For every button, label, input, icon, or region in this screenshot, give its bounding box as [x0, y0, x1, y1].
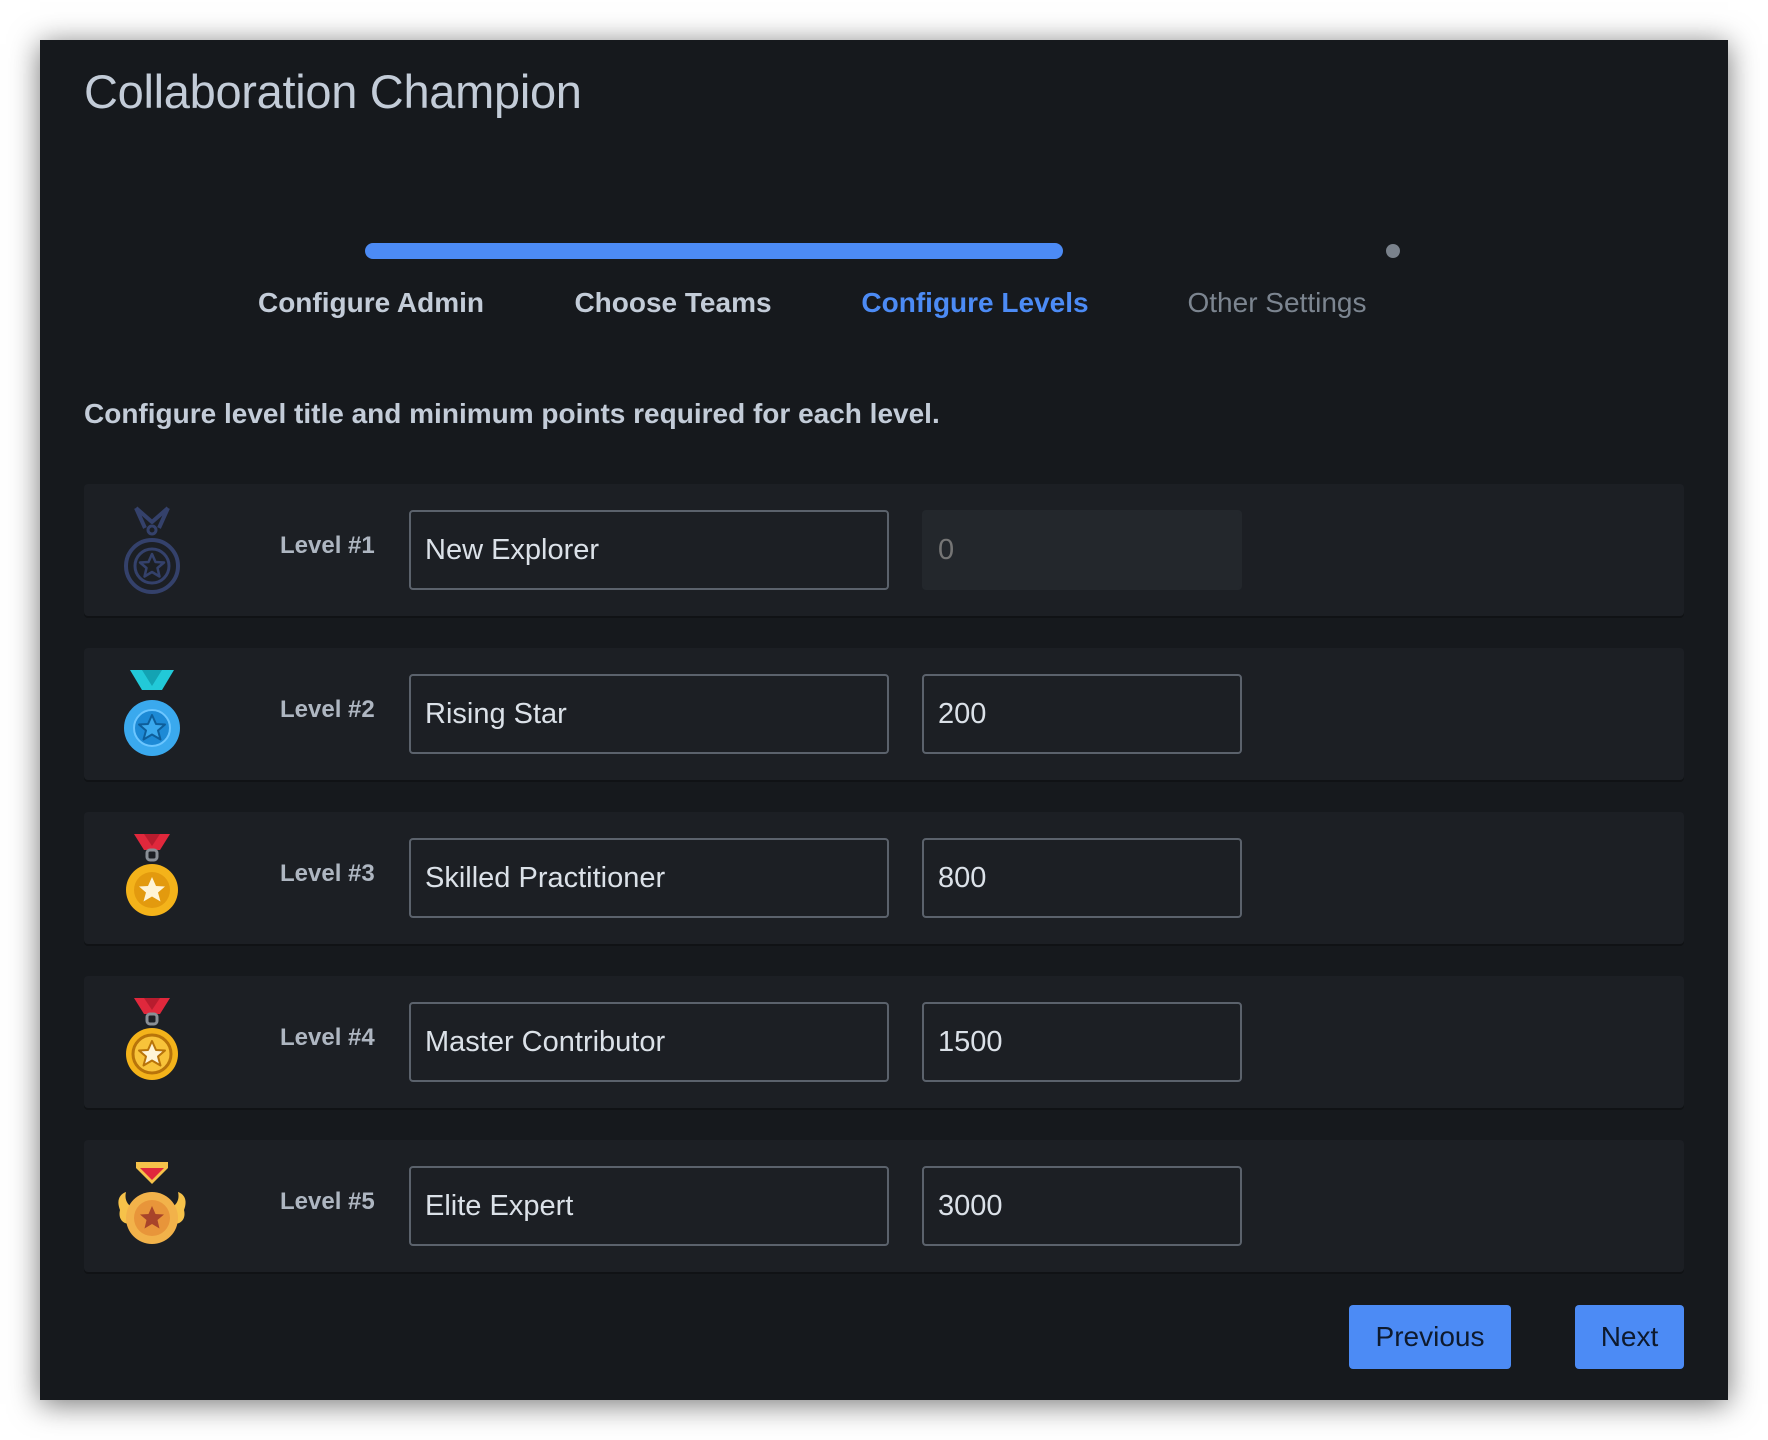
level-title-input[interactable]: [409, 838, 889, 918]
level-points-input: [922, 510, 1242, 590]
step-configure-admin[interactable]: Configure Admin: [211, 287, 531, 319]
winged-bronze-medal-icon: [112, 1160, 192, 1252]
level-row-2: Level #2: [84, 648, 1684, 780]
blue-star-medal-icon: [112, 668, 192, 760]
progress-track: [365, 243, 1063, 259]
pending-step-dot: [1386, 244, 1400, 258]
level-points-input[interactable]: [922, 1002, 1242, 1082]
next-button[interactable]: Next: [1575, 1305, 1684, 1369]
step-other-settings[interactable]: Other Settings: [1117, 287, 1437, 319]
previous-button[interactable]: Previous: [1349, 1305, 1511, 1369]
outline-star-medal-icon: [112, 504, 192, 596]
wizard-window: Collaboration Champion Configure Admin C…: [40, 40, 1728, 1400]
level-points-input[interactable]: [922, 674, 1242, 754]
level-row-5: Level #5: [84, 1140, 1684, 1272]
level-points-input[interactable]: [922, 838, 1242, 918]
step-choose-teams[interactable]: Choose Teams: [513, 287, 833, 319]
gold-outlined-star-medal-icon: [112, 996, 192, 1088]
level-label: Level #1: [280, 532, 375, 559]
level-label: Level #4: [280, 1024, 375, 1051]
level-title-input[interactable]: [409, 674, 889, 754]
level-row-1: Level #1: [84, 484, 1684, 616]
level-row-4: Level #4: [84, 976, 1684, 1108]
level-label: Level #2: [280, 696, 375, 723]
level-title-input[interactable]: [409, 1166, 889, 1246]
level-points-input[interactable]: [922, 1166, 1242, 1246]
gold-star-medal-icon: [112, 832, 192, 924]
step-configure-levels[interactable]: Configure Levels: [815, 287, 1135, 319]
level-label: Level #3: [280, 860, 375, 887]
level-row-3: Level #3: [84, 812, 1684, 944]
level-label: Level #5: [280, 1188, 375, 1215]
instruction-text: Configure level title and minimum points…: [84, 398, 940, 429]
level-title-input[interactable]: [409, 1002, 889, 1082]
page-title: Collaboration Champion: [84, 65, 582, 118]
level-title-input[interactable]: [409, 510, 889, 590]
